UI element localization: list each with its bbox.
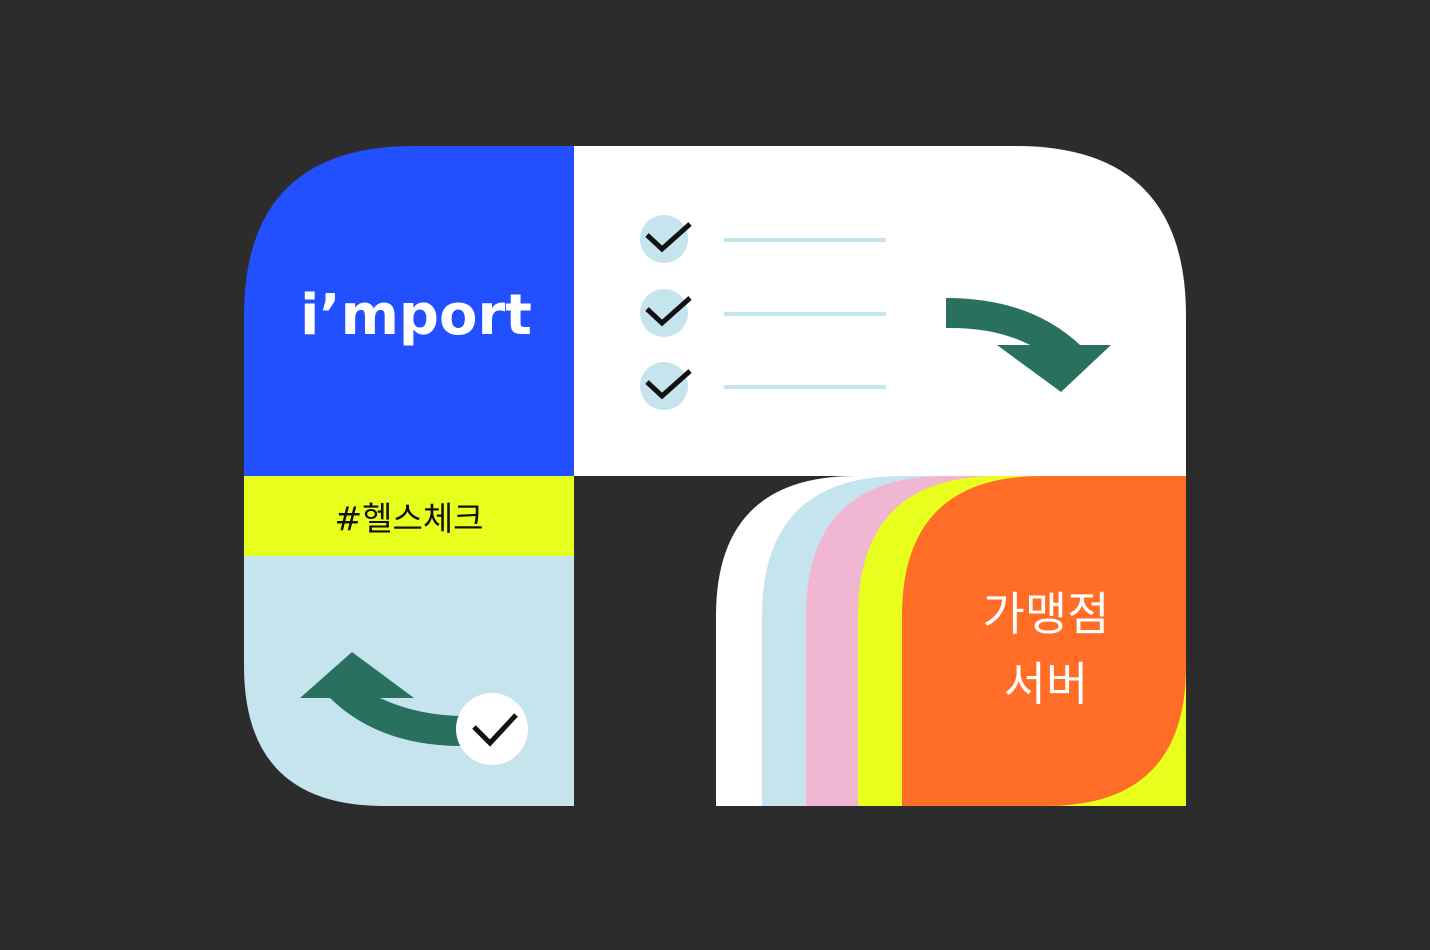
check-circle (640, 215, 688, 263)
health-check-illustration: i’mport #헬스체크 가맹점 서버 (244, 146, 1186, 806)
server-label-line2: 서버 (1004, 657, 1089, 711)
response-block (244, 556, 574, 806)
server-label-line1: 가맹점 (983, 587, 1110, 641)
badge-circle (456, 693, 528, 765)
server-card-orange (902, 476, 1186, 806)
check-circle (640, 362, 688, 410)
response-check-badge (456, 693, 528, 765)
illustration-canvas: i’mport #헬스체크 가맹점 서버 (0, 0, 1430, 950)
tag-label: #헬스체크 (334, 499, 483, 538)
brand-logo: i’mport (300, 283, 532, 348)
check-circle (640, 289, 688, 337)
